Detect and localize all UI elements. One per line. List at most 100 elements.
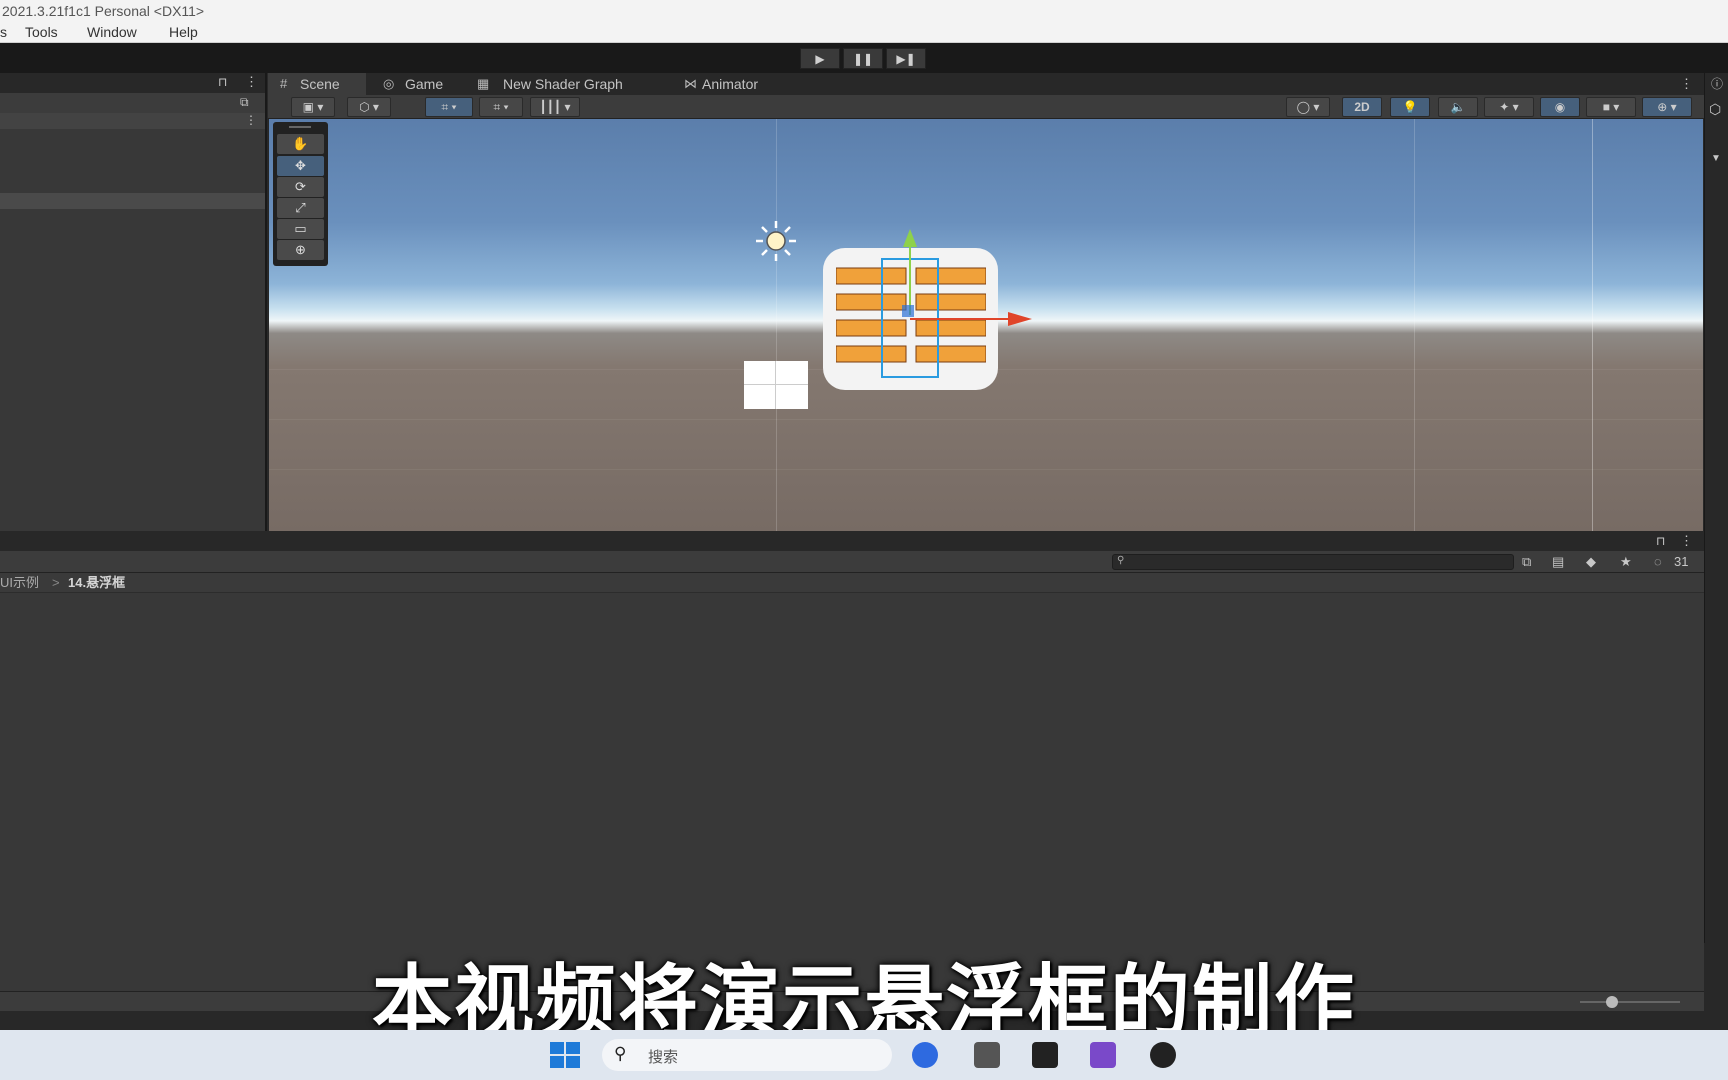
render-mode-dropdown[interactable]: ◯ ▾	[1286, 97, 1330, 117]
cube-icon: ⬡	[1709, 101, 1722, 117]
move-tool-icon[interactable]: ✥	[277, 156, 324, 176]
os-taskbar: ⚲ 搜索	[0, 1030, 1728, 1080]
camera-settings-dropdown[interactable]: ■ ▾	[1586, 97, 1636, 117]
lock-icon[interactable]: ⊓	[218, 75, 227, 89]
main-toolbar: ▶ ❚❚ ▶❚	[0, 43, 1728, 73]
menu-item-help[interactable]: Help	[169, 22, 198, 43]
chevron-down-icon[interactable]: ▼	[1711, 153, 1721, 164]
lighting-toggle[interactable]: 💡	[1390, 97, 1430, 117]
cube-icon: ⬡ ▾	[359, 100, 379, 114]
shading-mode-icon: ▣ ▾	[302, 100, 324, 114]
scene-menu-icon[interactable]: ⋮	[245, 113, 257, 127]
window-title: 2021.3.21f1c1 Personal <DX11>	[0, 0, 1728, 22]
hierarchy-panel: ⊓ ⋮ ⧉ ⋮	[0, 73, 267, 531]
visual-studio-icon[interactable]	[1090, 1042, 1116, 1068]
lock-icon[interactable]: ⊓	[1656, 534, 1665, 548]
audio-toggle[interactable]: 🔈	[1438, 97, 1478, 117]
scene-tab-menu-icon[interactable]: ⋮	[1680, 76, 1693, 92]
unity-editor-icon[interactable]	[1032, 1042, 1058, 1068]
project-header: ⊓ ⋮	[0, 533, 1704, 551]
snap-grid-icon: ⌗ ▾	[493, 99, 509, 114]
scale-tool-icon[interactable]: ⤢	[277, 198, 324, 218]
taskbar-search-input[interactable]: ⚲ 搜索	[602, 1039, 892, 1071]
game-controller-icon: ◎	[383, 76, 395, 91]
eye-off-icon: ◉	[1554, 100, 1566, 114]
scene-row[interactable]: ⋮	[0, 113, 265, 129]
draw-mode-dropdown[interactable]: ▣ ▾	[291, 97, 335, 117]
ruler-dropdown[interactable]: ┃┃┃ ▾	[530, 97, 580, 117]
grid-snap-icon: ⌗ ▾	[441, 99, 457, 114]
tab-shader-graph-label: New Shader Graph	[503, 76, 623, 92]
menu-item-window[interactable]: Window	[87, 22, 137, 43]
light-bulb-icon: 💡	[1402, 100, 1418, 114]
kebab-menu-icon[interactable]: ⋮	[1680, 533, 1693, 549]
search-icon: ⚲	[614, 1044, 627, 1063]
step-button[interactable]: ▶❚	[886, 48, 926, 69]
hidden-count: 31	[1674, 554, 1689, 569]
camera-icon: ■ ▾	[1602, 100, 1620, 114]
search-icon: ⚲	[1117, 555, 1125, 566]
tool-palette: ✋ ✥ ⟳ ⤢ ▭ ⊕	[273, 122, 328, 266]
tab-shader-graph[interactable]: ▦ New Shader Graph	[465, 73, 645, 95]
filter-type-icon[interactable]: ▤	[1552, 554, 1564, 570]
search-scope-icon[interactable]: ⧉	[240, 95, 249, 110]
shader-graph-icon: ▦	[477, 76, 490, 91]
hidden-packages-icon[interactable]: ◌	[1654, 554, 1662, 569]
scene-grid-icon: #	[280, 76, 288, 91]
effects-dropdown[interactable]: ✦ ▾	[1484, 97, 1534, 117]
sphere-icon: ◯ ▾	[1296, 100, 1320, 114]
drag-handle-icon[interactable]	[289, 126, 311, 128]
speaker-icon: 🔈	[1450, 100, 1466, 114]
search-scope-icon[interactable]: ⧉	[1522, 554, 1531, 570]
menu-bar: s Tools Window Help	[0, 22, 1728, 43]
grid-line	[269, 469, 1703, 470]
snap-increment-dropdown[interactable]: ⌗ ▾	[479, 97, 523, 117]
obs-studio-icon[interactable]	[1150, 1042, 1176, 1068]
ruler-icon: ┃┃┃ ▾	[539, 100, 571, 114]
white-quad-object[interactable]	[744, 361, 808, 409]
tab-animator[interactable]: ⋈ Animator	[672, 73, 782, 95]
tab-animator-label: Animator	[702, 76, 759, 92]
scene-view-toolbar: ▣ ▾ ⬡ ▾ ⌗ ▾ ⌗ ▾ ┃┃┃ ▾ ◯ ▾ 2D 💡 🔈 ✦ ▾ ◉ ■…	[268, 95, 1704, 119]
breadcrumb: UI示例 > 14.悬浮框	[0, 573, 1704, 593]
windows-start-icon[interactable]	[550, 1042, 580, 1068]
scene-tab-bar: # Scene ◎ Game ▦ New Shader Graph ⋈ Anim…	[268, 73, 1704, 95]
breadcrumb-separator: >	[52, 575, 60, 590]
tab-scene[interactable]: # Scene	[268, 73, 366, 95]
directional-light-icon[interactable]	[745, 219, 807, 263]
move-gizmo-icon[interactable]	[880, 225, 1035, 385]
gizmo-globe-icon: ⊕ ▾	[1657, 100, 1677, 114]
scene-camera-dropdown[interactable]: ⬡ ▾	[347, 97, 391, 117]
selected-row[interactable]	[0, 193, 265, 209]
menu-item-assets[interactable]: s	[0, 22, 7, 43]
inspector-edge: ⓘ ⬡ ▼	[1704, 73, 1728, 943]
unity-hub-icon[interactable]	[974, 1042, 1000, 1068]
effects-icon: ✦ ▾	[1499, 100, 1519, 114]
toggle-2d-button[interactable]: 2D	[1342, 97, 1382, 117]
info-icon[interactable]: ⓘ	[1711, 75, 1723, 92]
project-search-input[interactable]: ⚲	[1112, 554, 1514, 570]
hierarchy-toolbar: ⧉	[0, 93, 265, 113]
gizmos-dropdown[interactable]: ⊕ ▾	[1642, 97, 1692, 117]
breadcrumb-parent[interactable]: UI示例	[0, 573, 39, 593]
label-tag-icon[interactable]: ◆	[1586, 554, 1596, 570]
animator-icon: ⋈	[684, 76, 697, 91]
pause-button[interactable]: ❚❚	[843, 48, 883, 69]
rect-tool-icon[interactable]: ▭	[277, 219, 324, 239]
tab-game-label: Game	[405, 76, 444, 92]
rotate-tool-icon[interactable]: ⟳	[277, 177, 324, 197]
taskbar-search-placeholder: 搜索	[648, 1049, 679, 1066]
grid-snap-dropdown[interactable]: ⌗ ▾	[425, 97, 473, 117]
scene-visibility-toggle[interactable]: ◉	[1540, 97, 1580, 117]
favorite-star-icon[interactable]: ★	[1620, 554, 1632, 570]
kebab-menu-icon[interactable]: ⋮	[245, 74, 258, 90]
tab-game[interactable]: ◎ Game	[371, 73, 463, 95]
play-button[interactable]: ▶	[800, 48, 840, 69]
hand-tool-icon[interactable]: ✋	[277, 134, 324, 154]
tab-scene-label: Scene	[300, 76, 340, 92]
breadcrumb-current[interactable]: 14.悬浮框	[68, 573, 125, 593]
project-panel	[0, 533, 1704, 991]
menu-item-tools[interactable]: Tools	[25, 22, 58, 43]
transform-tool-icon[interactable]: ⊕	[277, 240, 324, 260]
maps-app-icon[interactable]	[912, 1042, 938, 1068]
